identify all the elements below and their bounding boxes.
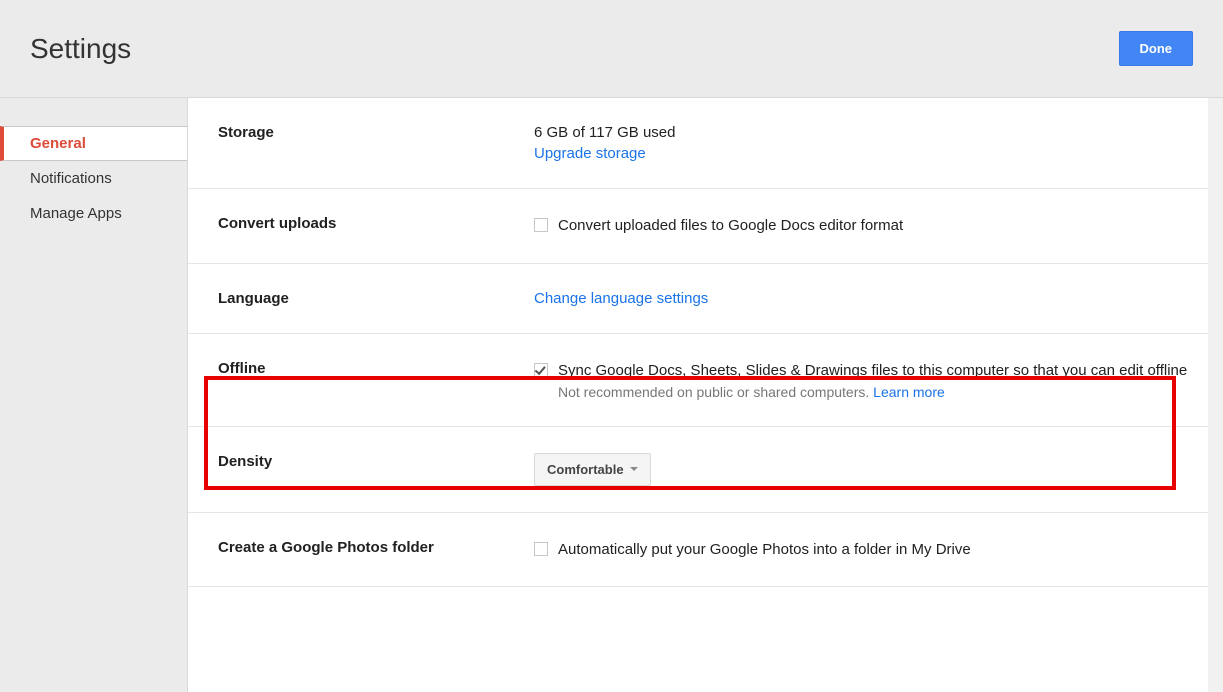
setting-row-photos-folder: Create a Google Photos folder Automatica…	[188, 513, 1223, 588]
sidebar-item-general[interactable]: General	[0, 126, 187, 161]
offline-text-group: Sync Google Docs, Sheets, Slides & Drawi…	[558, 360, 1187, 400]
setting-value-density: Comfortable	[534, 453, 1193, 486]
photos-folder-checkbox[interactable]	[534, 542, 548, 556]
settings-sidebar: General Notifications Manage Apps	[0, 98, 187, 692]
photos-folder-checkbox-row: Automatically put your Google Photos int…	[534, 539, 1193, 561]
setting-value-offline: Sync Google Docs, Sheets, Slides & Drawi…	[534, 360, 1193, 400]
main-area: General Notifications Manage Apps Storag…	[0, 98, 1223, 692]
done-button[interactable]: Done	[1119, 31, 1194, 66]
sidebar-item-manage-apps[interactable]: Manage Apps	[0, 196, 187, 231]
setting-row-convert-uploads: Convert uploads Convert uploaded files t…	[188, 189, 1223, 264]
storage-usage-text: 6 GB of 117 GB used	[534, 124, 1193, 141]
setting-value-photos-folder: Automatically put your Google Photos int…	[534, 539, 1193, 561]
density-dropdown-value: Comfortable	[547, 462, 624, 477]
dropdown-arrow-icon	[630, 467, 638, 471]
setting-label-density: Density	[218, 453, 534, 486]
change-language-link[interactable]: Change language settings	[534, 290, 708, 307]
setting-value-storage: 6 GB of 117 GB used Upgrade storage	[534, 124, 1193, 162]
density-dropdown[interactable]: Comfortable	[534, 453, 651, 486]
sidebar-item-label: Notifications	[30, 170, 112, 187]
photos-folder-checkbox-label: Automatically put your Google Photos int…	[558, 539, 971, 561]
convert-uploads-checkbox-row: Convert uploaded files to Google Docs ed…	[534, 215, 1193, 237]
settings-header: Settings Done	[0, 0, 1223, 98]
offline-helper-message: Not recommended on public or shared comp…	[558, 384, 873, 400]
setting-label-offline: Offline	[218, 360, 534, 400]
convert-uploads-checkbox[interactable]	[534, 218, 548, 232]
scrollbar[interactable]	[1208, 98, 1223, 692]
setting-label-language: Language	[218, 290, 534, 307]
setting-row-language: Language Change language settings	[188, 264, 1223, 334]
sidebar-item-label: General	[30, 135, 86, 152]
offline-checkbox[interactable]	[534, 363, 548, 377]
setting-value-language: Change language settings	[534, 290, 1193, 307]
setting-label-photos-folder: Create a Google Photos folder	[218, 539, 534, 561]
setting-label-storage: Storage	[218, 124, 534, 162]
offline-checkbox-row: Sync Google Docs, Sheets, Slides & Drawi…	[534, 360, 1193, 400]
convert-uploads-checkbox-label: Convert uploaded files to Google Docs ed…	[558, 215, 903, 237]
offline-checkbox-label: Sync Google Docs, Sheets, Slides & Drawi…	[558, 360, 1187, 382]
setting-row-density: Density Comfortable	[188, 427, 1223, 513]
offline-helper-text: Not recommended on public or shared comp…	[558, 384, 1187, 400]
offline-learn-more-link[interactable]: Learn more	[873, 384, 945, 400]
setting-label-convert-uploads: Convert uploads	[218, 215, 534, 237]
upgrade-storage-link[interactable]: Upgrade storage	[534, 145, 646, 162]
content-wrapper: Storage 6 GB of 117 GB used Upgrade stor…	[187, 98, 1223, 692]
setting-row-offline: Offline Sync Google Docs, Sheets, Slides…	[188, 334, 1223, 427]
settings-content: Storage 6 GB of 117 GB used Upgrade stor…	[188, 98, 1223, 617]
sidebar-item-notifications[interactable]: Notifications	[0, 161, 187, 196]
setting-row-storage: Storage 6 GB of 117 GB used Upgrade stor…	[188, 98, 1223, 189]
page-title: Settings	[30, 33, 131, 65]
setting-value-convert-uploads: Convert uploaded files to Google Docs ed…	[534, 215, 1193, 237]
sidebar-item-label: Manage Apps	[30, 205, 122, 222]
